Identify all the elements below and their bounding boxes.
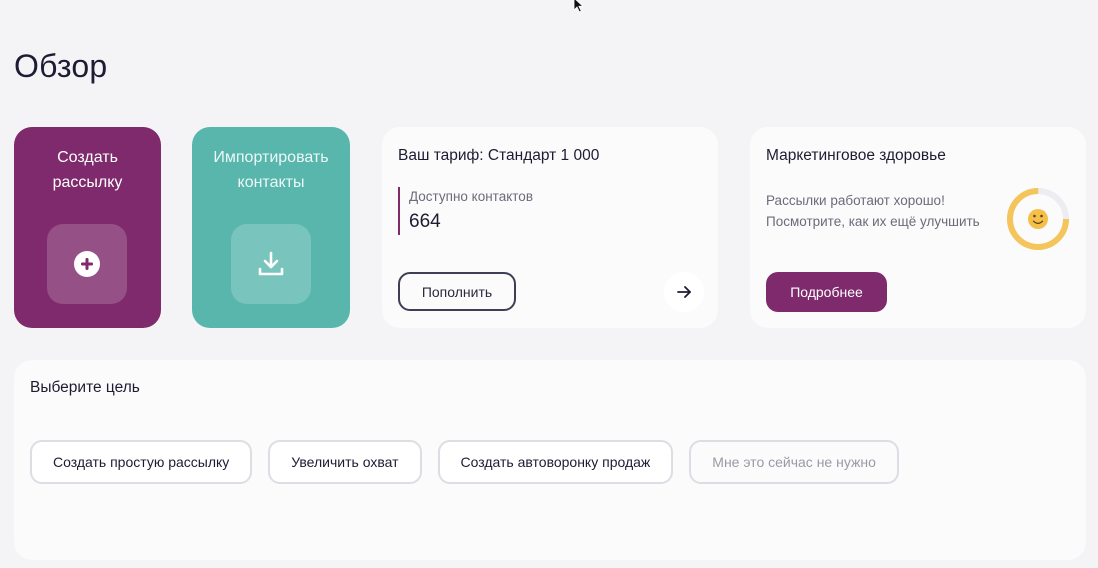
details-button[interactable]: Подробнее	[766, 272, 887, 312]
marketing-health-card: Маркетинговое здоровье Рассылки работают…	[750, 127, 1086, 328]
import-contacts-label: Импортировать контакты	[213, 149, 329, 191]
plus-circle-icon	[74, 251, 100, 277]
tariff-title: Ваш тариф: Стандарт 1 000	[398, 147, 600, 164]
arrow-right-icon	[677, 286, 691, 298]
health-title: Маркетинговое здоровье	[766, 147, 946, 164]
import-contacts-tile[interactable]: Импортировать контакты	[192, 127, 350, 328]
goal-increase-reach-button[interactable]: Увеличить охват	[268, 440, 422, 484]
tariff-details-button[interactable]	[664, 272, 704, 312]
goal-title: Выберите цель	[30, 379, 140, 396]
topup-button[interactable]: Пополнить	[398, 272, 516, 311]
health-gauge	[1007, 188, 1069, 250]
tariff-card: Ваш тариф: Стандарт 1 000 Доступно конта…	[382, 127, 718, 328]
create-campaign-tile[interactable]: Создать рассылку	[14, 127, 161, 328]
contacts-available-value: 664	[409, 211, 441, 232]
import-contacts-icon-box	[231, 224, 311, 304]
goal-sales-funnel-button[interactable]: Создать автоворонку продаж	[437, 440, 674, 484]
smiley-icon	[1028, 209, 1048, 229]
contacts-available-block: Доступно контактов 664	[398, 187, 533, 235]
page-title: Обзор	[14, 48, 108, 84]
contacts-available-label: Доступно контактов	[409, 189, 533, 204]
download-icon	[258, 251, 284, 276]
create-campaign-icon-box	[47, 224, 127, 304]
health-description: Рассылки работают хорошо! Посмотрите, ка…	[766, 193, 980, 229]
goal-panel: Выберите цель Создать простую рассылку У…	[14, 360, 1086, 560]
goal-not-needed-button[interactable]: Мне это сейчас не нужно	[689, 440, 899, 484]
goal-simple-campaign-button[interactable]: Создать простую рассылку	[30, 440, 253, 484]
mouse-cursor-icon	[573, 0, 585, 13]
goal-options: Создать простую рассылку Увеличить охват…	[30, 440, 899, 484]
create-campaign-label: Создать рассылку	[52, 149, 123, 191]
